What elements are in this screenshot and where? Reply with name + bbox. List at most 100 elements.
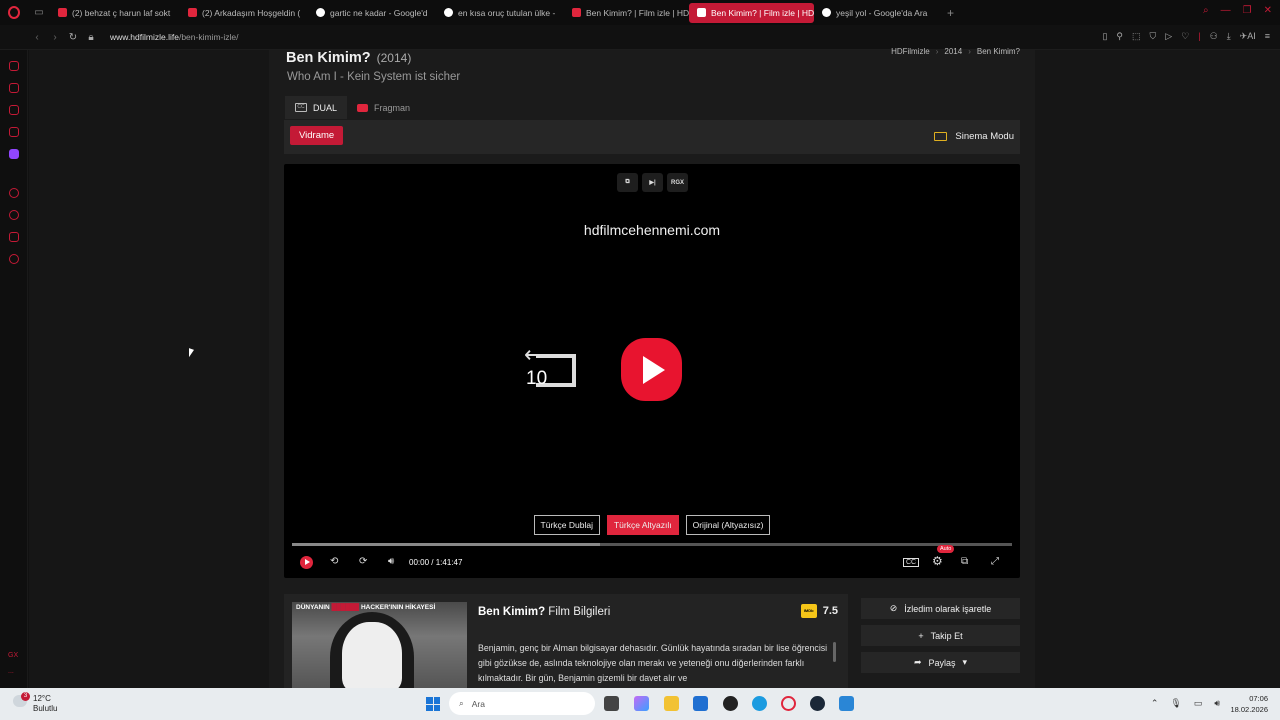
- minimize-icon[interactable]: —: [1221, 5, 1231, 16]
- shield-icon[interactable]: ⛉: [1150, 31, 1157, 42]
- follow-button[interactable]: + Takip Et: [861, 625, 1020, 646]
- description-scrollbar[interactable]: [833, 642, 836, 662]
- movie-year: (2014): [376, 51, 412, 65]
- gx-control-icon[interactable]: [8, 61, 19, 71]
- tab-fragman[interactable]: Fragman: [347, 96, 420, 119]
- microphone-icon[interactable]: 🎙︎: [1170, 698, 1181, 709]
- progress-bar[interactable]: [292, 543, 1012, 546]
- fullscreen-icon[interactable]: ⤢: [991, 556, 999, 567]
- new-tab-button[interactable]: +: [939, 6, 962, 20]
- maximize-icon[interactable]: ❐: [1243, 5, 1252, 16]
- extensions-icon[interactable]: [8, 232, 19, 242]
- tab-2[interactable]: (2) Arkadaşım Hoşgeldin (: [180, 3, 308, 23]
- settings-icon[interactable]: [8, 254, 19, 264]
- taskbar-search[interactable]: ⌕ Ara: [449, 692, 595, 715]
- opera-gx-logo[interactable]: [0, 0, 28, 25]
- breadcrumb-year[interactable]: 2014: [944, 47, 962, 56]
- volume-icon[interactable]: 🔊︎: [388, 556, 394, 567]
- opera-gx-taskbar-icon[interactable]: [781, 696, 796, 711]
- task-view-icon[interactable]: [604, 696, 619, 711]
- player-icon[interactable]: ▷: [1165, 31, 1172, 42]
- tab-4[interactable]: en kısa oruç tutulan ülke -: [436, 3, 564, 23]
- file-explorer-icon[interactable]: [664, 696, 679, 711]
- search-tabs-icon[interactable]: ⌕: [1203, 5, 1209, 16]
- download-icon[interactable]: ⤓: [1227, 31, 1231, 42]
- store-icon[interactable]: [693, 696, 708, 711]
- heart-icon[interactable]: ♡: [1181, 31, 1189, 42]
- rewind-icon[interactable]: ⟲: [330, 556, 338, 567]
- player-icon[interactable]: [8, 188, 19, 198]
- google-favicon-icon: [316, 8, 325, 17]
- gx-corner-icon[interactable]: [8, 83, 19, 93]
- cinema-mode-button[interactable]: Sinema Modu: [934, 131, 1014, 142]
- sidebar-toggle-icon[interactable]: ▯: [1102, 31, 1107, 42]
- play-icon[interactable]: [300, 556, 313, 569]
- lang-turkce-altyazili[interactable]: Türkçe Altyazılı: [606, 515, 679, 535]
- clock[interactable]: 07:06 18.02.2026: [1230, 693, 1268, 715]
- ai-button[interactable]: ✈AI: [1240, 31, 1256, 42]
- close-icon[interactable]: ✕: [1264, 5, 1272, 16]
- lang-orijinal[interactable]: Orijinal (Altyazısız): [685, 515, 771, 535]
- rgx-button[interactable]: RGX: [667, 173, 688, 192]
- news-icon[interactable]: [8, 105, 19, 115]
- profile-icon[interactable]: ⚇: [1210, 31, 1218, 42]
- steam-icon[interactable]: [810, 696, 825, 711]
- movie-poster[interactable]: DÜNYANIN ██████ HACKER'ININ HİKAYESİ: [292, 602, 467, 688]
- url-field[interactable]: www.hdfilmizle.life/ben-kimim-izle/: [110, 32, 238, 42]
- tab-3[interactable]: gartic ne kadar - Google'd: [308, 3, 436, 23]
- app-icon[interactable]: [723, 696, 738, 711]
- tab-dual[interactable]: CC DUAL: [285, 96, 348, 119]
- lang-turkce-dublaj[interactable]: Türkçe Dublaj: [533, 515, 600, 535]
- google-favicon-icon: [444, 8, 453, 17]
- more-icon[interactable]: ...: [8, 668, 14, 675]
- clock-date: 18.02.2026: [1230, 705, 1268, 714]
- breadcrumb-home[interactable]: HDFilmizle: [891, 47, 930, 56]
- rewind-arrowhead-icon: ⟵: [524, 342, 556, 367]
- youtube-favicon-icon: [188, 8, 197, 17]
- external-icon[interactable]: ⧉: [617, 173, 638, 192]
- share-button[interactable]: ➦ Paylaş ▾: [861, 652, 1020, 673]
- video-player[interactable]: ⧉ ▶| RGX hdfilmcehennemi.com ⟵ 10 Türkçe…: [284, 164, 1020, 578]
- current-time: 00:00: [409, 558, 430, 567]
- forward-icon[interactable]: ›: [46, 32, 64, 43]
- pip-icon[interactable]: ⧉: [961, 556, 968, 567]
- twitch-icon[interactable]: [8, 149, 19, 159]
- big-play-button[interactable]: [621, 338, 682, 401]
- notepad-icon[interactable]: [839, 696, 854, 711]
- mark-watched-button[interactable]: ⊘ İzledim olarak işaretle: [861, 598, 1020, 619]
- action-label: İzledim olarak işaretle: [904, 603, 992, 614]
- messenger-icon[interactable]: [8, 127, 19, 137]
- reload-icon[interactable]: ↻: [64, 32, 82, 43]
- tab-5[interactable]: Ben Kimim? | Film izle | HD: [564, 3, 689, 23]
- tab-6-active[interactable]: Ben Kimim? | Film izle | HD: [689, 2, 814, 23]
- back-icon[interactable]: ‹: [28, 32, 46, 43]
- snapshot-icon[interactable]: ⬚: [1132, 31, 1141, 42]
- forward-icon[interactable]: ⟳: [359, 556, 367, 567]
- menu-icon[interactable]: ≡: [1265, 31, 1270, 42]
- copilot-icon[interactable]: [634, 696, 649, 711]
- time-separator: /: [431, 558, 434, 567]
- vidrame-source-button[interactable]: Vidrame: [290, 126, 344, 145]
- settings-gear-icon[interactable]: ⚙: [932, 554, 943, 568]
- display-icon[interactable]: ▭: [1194, 698, 1203, 709]
- tab-7[interactable]: yeşil yol - Google'da Ara: [814, 3, 939, 23]
- tab-workspaces-icon[interactable]: ▭: [28, 7, 50, 18]
- player-controls: ⟲ ⟳ 🔊︎ 00:00 / 1:41:47 CC ⚙ Auto ⧉ ⤢: [284, 545, 1020, 573]
- clock-time: 07:06: [1249, 694, 1268, 703]
- info-title-bold: Ben Kimim?: [478, 606, 546, 618]
- gx-label[interactable]: GX: [8, 652, 18, 659]
- lock-icon[interactable]: 🔒︎: [82, 32, 100, 43]
- chevron-up-icon[interactable]: ⌃: [1151, 698, 1159, 709]
- captions-icon[interactable]: CC: [903, 558, 920, 567]
- rewind-seconds: 10: [526, 368, 548, 389]
- rewind-10-button[interactable]: ⟵ 10: [522, 344, 578, 394]
- edge-icon[interactable]: [752, 696, 767, 711]
- windows-start-icon[interactable]: [426, 697, 440, 711]
- tab-1[interactable]: (2) behzat ç harun laf sokt: [50, 3, 180, 23]
- youtube-icon: [357, 103, 369, 112]
- next-icon[interactable]: ▶|: [642, 173, 663, 192]
- history-icon[interactable]: [8, 210, 19, 220]
- weather-widget[interactable]: 12°C Bulutlu: [33, 694, 57, 714]
- speaker-icon[interactable]: 🔊︎: [1214, 698, 1220, 709]
- pin-icon[interactable]: ⚲: [1116, 31, 1123, 42]
